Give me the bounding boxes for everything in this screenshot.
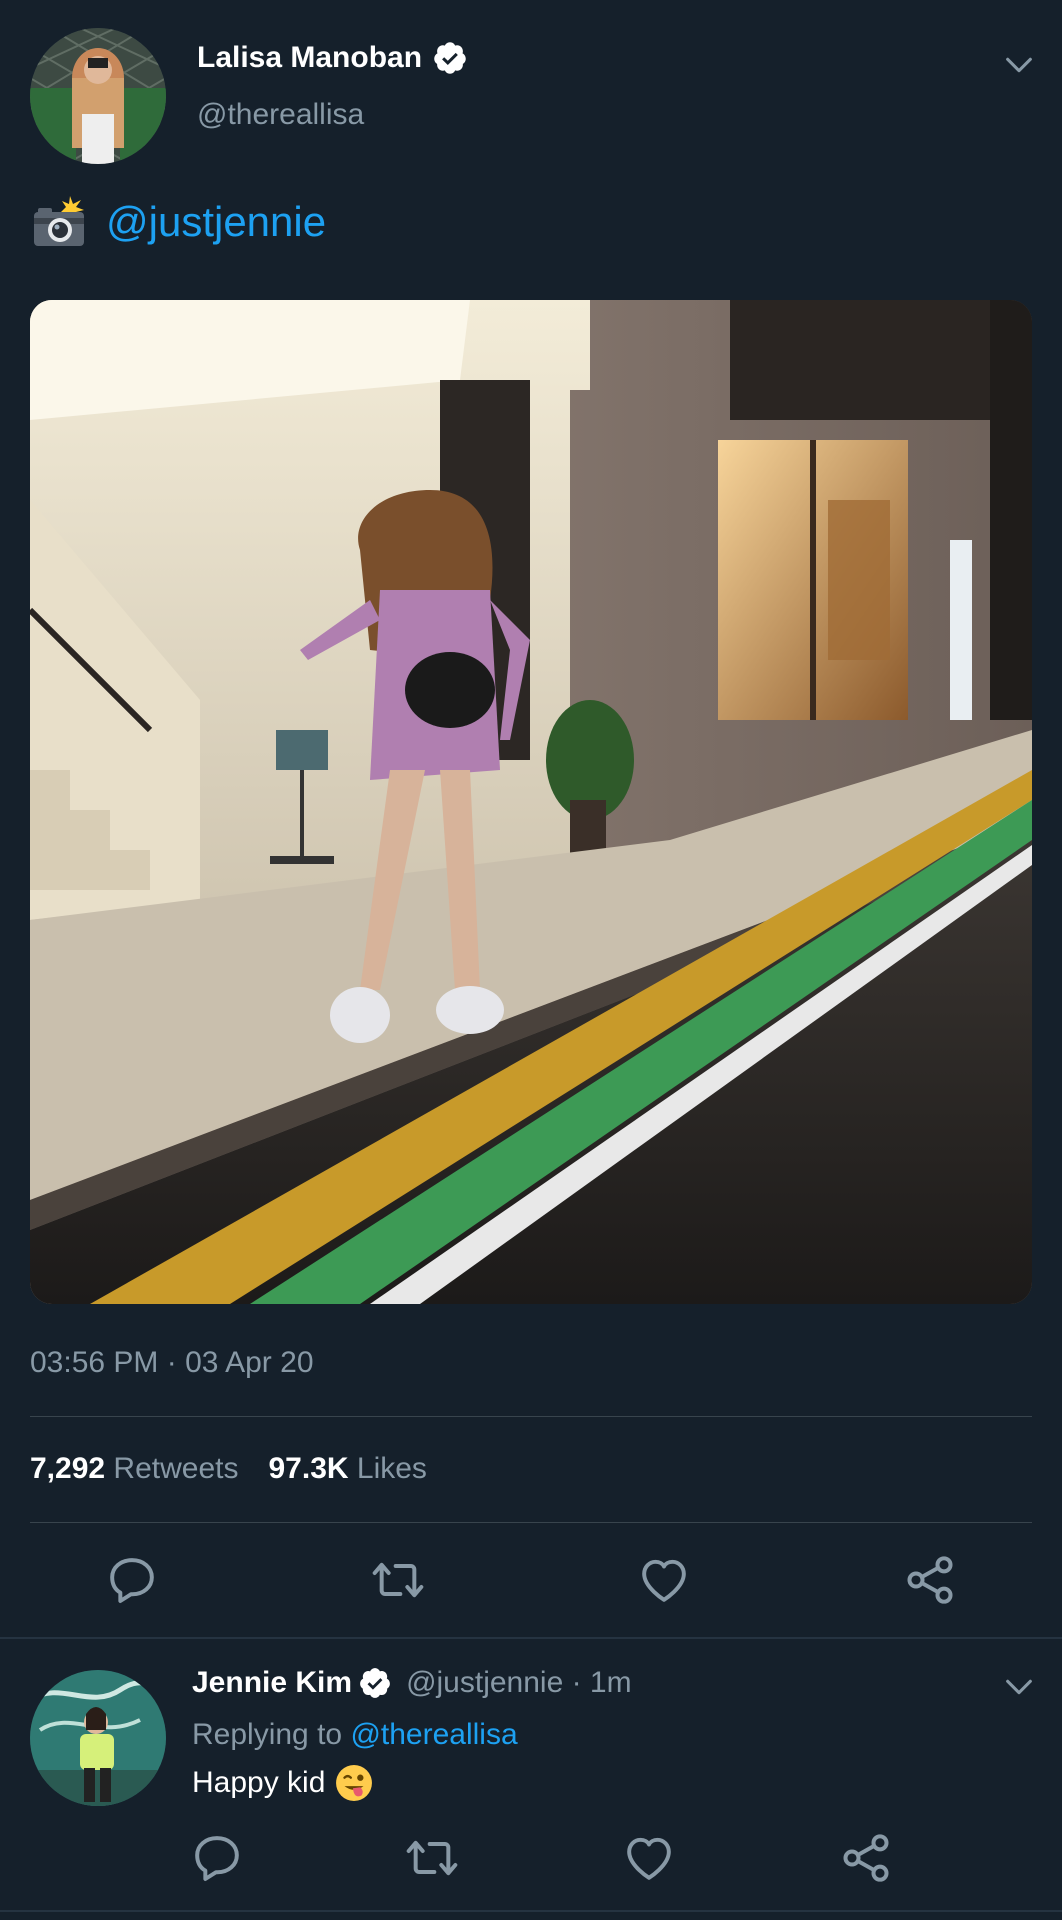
reply-icon — [110, 1558, 154, 1603]
engagement-stats: 7,292 Retweets 97.3K Likes — [30, 1452, 427, 1486]
share-button[interactable] — [838, 1830, 894, 1886]
likes-label: Likes — [356, 1452, 427, 1485]
mention-link[interactable]: @justjennie — [106, 198, 326, 246]
avatar[interactable] — [30, 28, 166, 164]
like-icon — [642, 1559, 686, 1602]
reply-button[interactable] — [189, 1830, 245, 1886]
divider — [30, 1416, 1032, 1417]
retweets-stat[interactable]: 7,292 Retweets — [30, 1452, 238, 1485]
retweets-label: Retweets — [113, 1452, 239, 1485]
avatar-image — [30, 1670, 166, 1806]
retweet-button[interactable] — [370, 1552, 426, 1608]
photo-image — [30, 300, 1032, 1304]
share-button[interactable] — [902, 1552, 958, 1608]
retweet-icon — [372, 1562, 424, 1598]
likes-count: 97.3K — [268, 1452, 349, 1485]
reply-handle-time[interactable]: @justjennie · 1m — [406, 1666, 632, 1700]
share-icon — [907, 1556, 953, 1604]
author-display-name[interactable]: Lalisa Manoban — [197, 41, 422, 75]
reply-text: Happy kid — [192, 1764, 373, 1802]
section-divider — [0, 1637, 1062, 1639]
verified-badge-icon — [434, 42, 466, 74]
likes-stat[interactable]: 97.3K Likes — [268, 1452, 426, 1485]
reply-display-name[interactable]: Jennie Kim — [192, 1666, 352, 1700]
verified-badge-icon — [360, 1668, 390, 1698]
chevron-down-icon[interactable] — [1002, 48, 1036, 82]
reply-body: Happy kid — [192, 1766, 326, 1799]
reply-button[interactable] — [104, 1552, 160, 1608]
tweet-detail-screen: Lalisa Manoban @thereallisa @justjennie — [0, 0, 1062, 1920]
retweet-icon — [406, 1840, 458, 1876]
section-divider — [0, 1910, 1062, 1912]
retweets-count: 7,292 — [30, 1452, 106, 1485]
author-name-row[interactable]: Lalisa Manoban — [197, 40, 468, 76]
tweet-text: @justjennie — [32, 196, 326, 248]
like-button[interactable] — [636, 1552, 692, 1608]
reply-avatar[interactable] — [30, 1670, 166, 1806]
divider — [30, 1522, 1032, 1523]
replying-to-mention[interactable]: @thereallisa — [350, 1718, 517, 1751]
reply-author-row[interactable]: Jennie Kim @justjennie · 1m — [192, 1666, 632, 1700]
reply-icon — [195, 1836, 239, 1881]
tweet-timestamp[interactable]: 03:56 PM · 03 Apr 20 — [30, 1346, 314, 1380]
like-button[interactable] — [621, 1830, 677, 1886]
author-handle[interactable]: @thereallisa — [197, 98, 364, 132]
avatar-image — [30, 28, 166, 164]
tweet-photo[interactable] — [30, 300, 1032, 1304]
share-icon — [843, 1834, 889, 1882]
replying-prefix: Replying to — [192, 1718, 351, 1751]
camera-with-flash-icon — [34, 196, 84, 246]
winking-face-with-tongue-icon — [336, 1765, 373, 1801]
retweet-button[interactable] — [404, 1830, 460, 1886]
chevron-down-icon[interactable] — [1002, 1670, 1036, 1704]
replying-to: Replying to @thereallisa — [192, 1718, 518, 1752]
like-icon — [627, 1837, 671, 1880]
